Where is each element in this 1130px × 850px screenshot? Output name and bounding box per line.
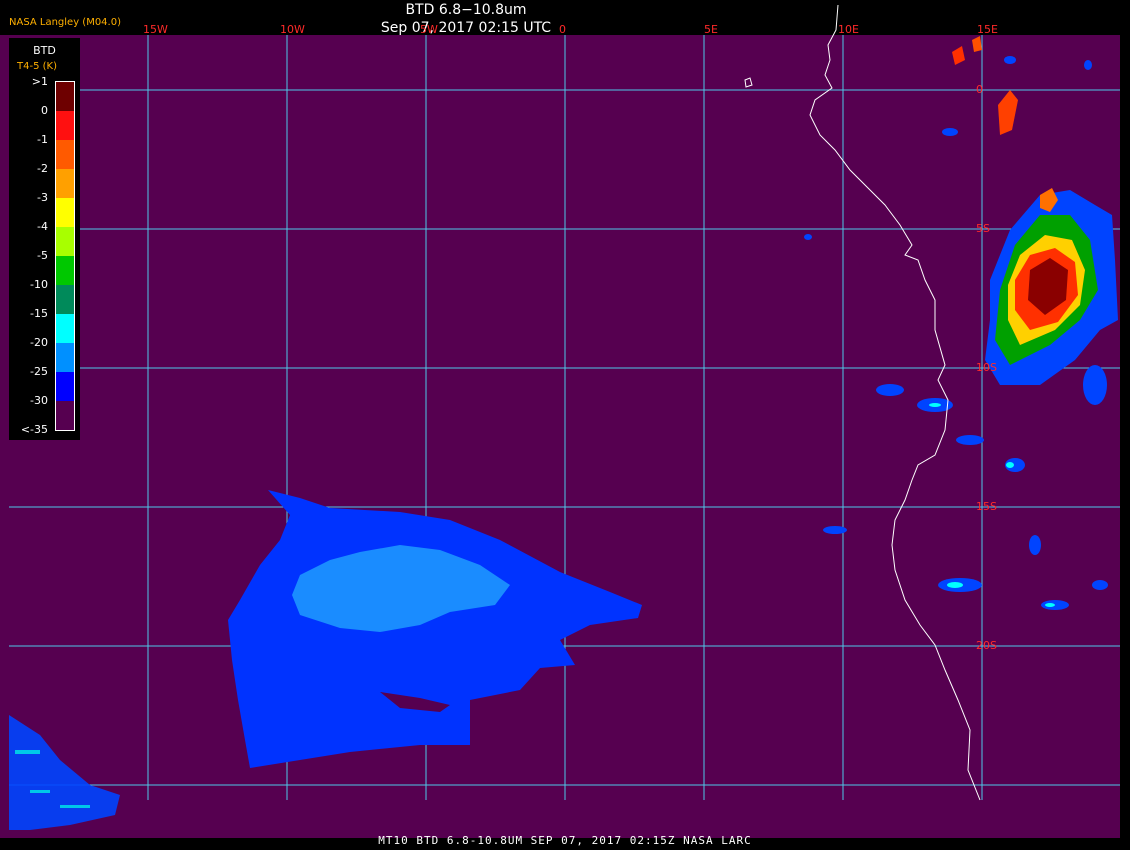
lat-label: 0: [976, 83, 983, 96]
map-background: [0, 35, 1120, 838]
lon-label: 10E: [838, 23, 859, 36]
legend-title: BTD: [33, 44, 56, 57]
lat-label: 10S: [976, 361, 997, 374]
legend-swatch: [56, 401, 74, 430]
legend-tick-label: -25: [30, 365, 48, 378]
legend-tick-label: -5: [37, 249, 48, 262]
legend-swatch: [56, 140, 74, 169]
legend-swatch: [56, 256, 74, 285]
legend-tick-label: -30: [30, 394, 48, 407]
legend-swatch: [56, 285, 74, 314]
legend-tick-label: -10: [30, 278, 48, 291]
legend-swatch: [56, 111, 74, 140]
color-legend: BTD T4-5 (K) >1 0 -1 -2 -3 -4 -5 -10 -15 -20 -25 -3…: [9, 38, 80, 440]
footer-caption: MT10 BTD 6.8-10.8UM SEP 07, 2017 02:15Z …: [378, 834, 752, 847]
lon-label: 15E: [977, 23, 998, 36]
map-title: BTD 6.8−10.8um: [405, 2, 527, 18]
lon-label: 5E: [704, 23, 718, 36]
legend-swatch: [56, 82, 74, 111]
legend-swatch: [56, 169, 74, 198]
legend-swatch: [56, 227, 74, 256]
legend-tick-label: -20: [30, 336, 48, 349]
legend-subtitle: T4-5 (K): [17, 61, 57, 72]
legend-swatch: [56, 314, 74, 343]
legend-tick-label: 0: [41, 104, 48, 117]
lon-label: 15W: [143, 23, 168, 36]
credit-label: NASA Langley (M04.0): [9, 17, 121, 28]
legend-swatch: [56, 198, 74, 227]
legend-tick-label: <-35: [20, 423, 48, 436]
lon-label: 10W: [280, 23, 305, 36]
legend-swatch: [56, 343, 74, 372]
legend-colorbar: [55, 81, 75, 431]
lat-label: 20S: [976, 639, 997, 652]
legend-tick-label: >1: [31, 75, 48, 88]
legend-tick-label: -2: [37, 162, 48, 175]
legend-tick-label: -1: [37, 133, 48, 146]
lon-label: 5W: [420, 23, 438, 36]
lon-label: 0: [559, 23, 566, 36]
map-image: [0, 4, 1120, 838]
map-timestamp: Sep 07, 2017 02:15 UTC: [380, 20, 552, 36]
legend-swatch: [56, 372, 74, 401]
legend-tick-label: -3: [37, 191, 48, 204]
legend-tick-label: -4: [37, 220, 48, 233]
legend-tick-label: -15: [30, 307, 48, 320]
lat-label: 5S: [976, 222, 990, 235]
lat-label: 15S: [976, 500, 997, 513]
